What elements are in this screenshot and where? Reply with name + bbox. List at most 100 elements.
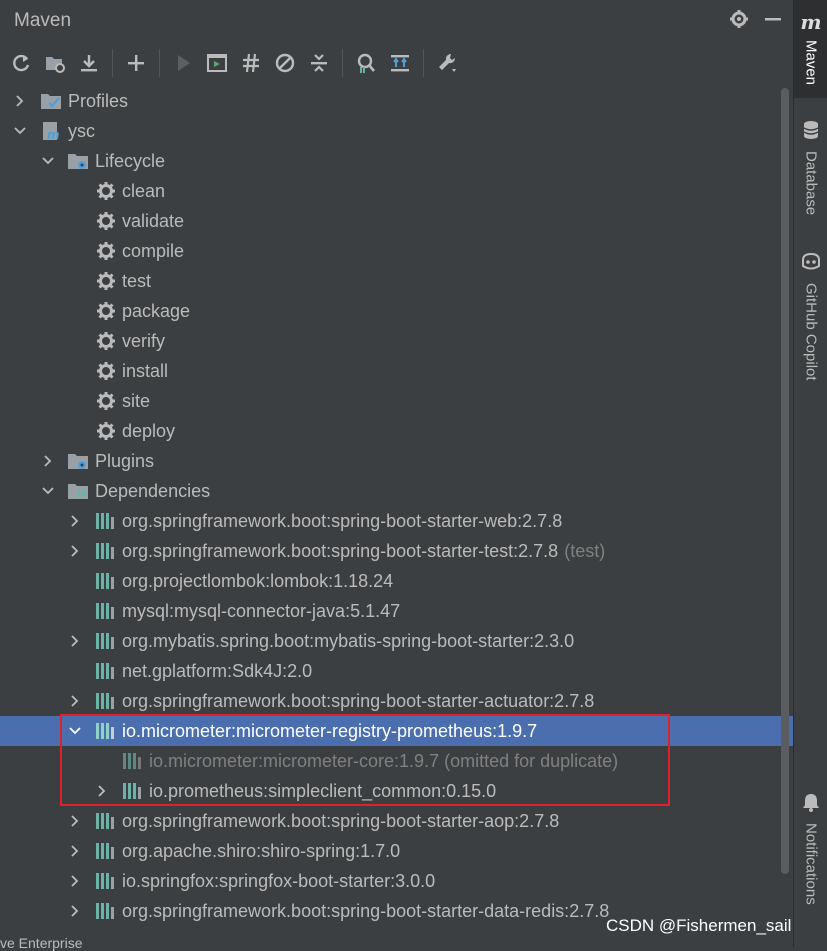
tree-row-dependency[interactable]: net.gplatform:Sdk4J:2.0 xyxy=(0,656,793,686)
tree-row-dependencies[interactable]: Dependencies xyxy=(0,476,793,506)
add-icon[interactable] xyxy=(121,47,151,79)
chevron-down-icon[interactable] xyxy=(41,484,55,498)
tree-label: org.apache.shiro:shiro-spring:1.7.0 xyxy=(122,840,401,861)
wrench-icon[interactable] xyxy=(432,47,462,79)
toolbar-separator xyxy=(112,49,113,77)
sidebar-tab-notifications[interactable]: Notifications xyxy=(794,792,827,905)
gear-icon xyxy=(95,420,117,442)
analyze-dependencies-icon[interactable] xyxy=(351,47,381,79)
tree-row-dependency[interactable]: io.springfox:springfox-boot-starter:3.0.… xyxy=(0,866,793,896)
sidebar-tab-maven[interactable]: m Maven xyxy=(794,0,827,98)
minimize-icon[interactable] xyxy=(763,9,783,34)
tree-label: mysql:mysql-connector-java:5.1.47 xyxy=(122,600,401,621)
copilot-icon xyxy=(800,252,822,277)
tree-label: Dependencies xyxy=(95,480,211,501)
gear-icon xyxy=(95,330,117,352)
tree-row-dependency-omitted[interactable]: io.micrometer:micrometer-core:1.9.7 (omi… xyxy=(0,746,793,776)
library-icon xyxy=(94,600,116,622)
chevron-right-icon[interactable] xyxy=(68,904,82,918)
tree-label: io.springfox:springfox-boot-starter:3.0.… xyxy=(122,870,436,891)
gear-icon[interactable] xyxy=(729,9,749,34)
tree-label: org.springframework.boot:spring-boot-sta… xyxy=(122,690,595,711)
tree-label: Profiles xyxy=(68,90,129,111)
dependency-scope: (test) xyxy=(564,540,606,561)
tree-row-phase[interactable]: site xyxy=(0,386,793,416)
chevron-right-icon[interactable] xyxy=(68,694,82,708)
chevron-down-icon[interactable] xyxy=(41,154,55,168)
tree-row-phase[interactable]: validate xyxy=(0,206,793,236)
tree-label: ysc xyxy=(68,120,95,141)
tree-row-dependency[interactable]: org.springframework.boot:spring-boot-sta… xyxy=(0,806,793,836)
library-icon xyxy=(94,900,116,922)
tree-row-lifecycle[interactable]: Lifecycle xyxy=(0,146,793,176)
toolbar-separator xyxy=(342,49,343,77)
tree-label: org.springframework.boot:spring-boot-sta… xyxy=(122,510,563,531)
collapse-all-icon[interactable] xyxy=(304,47,334,79)
skip-tests-icon[interactable] xyxy=(270,47,300,79)
reload-icon[interactable] xyxy=(6,47,36,79)
tree-row-phase[interactable]: test xyxy=(0,266,793,296)
toolbar-separator xyxy=(159,49,160,77)
tree-row-phase[interactable]: deploy xyxy=(0,416,793,446)
tree-row-phase[interactable]: install xyxy=(0,356,793,386)
sidebar-tab-database[interactable]: Database xyxy=(794,120,827,215)
tree-row-dependency[interactable]: org.springframework.boot:spring-boot-sta… xyxy=(0,536,793,566)
tree-label: site xyxy=(122,390,151,411)
tree-row-dependency[interactable]: org.apache.shiro:shiro-spring:1.7.0 xyxy=(0,836,793,866)
library-icon xyxy=(94,690,116,712)
tree-label: Lifecycle xyxy=(95,150,166,171)
tree-row-project[interactable]: m ysc xyxy=(0,116,793,146)
chevron-right-icon[interactable] xyxy=(68,514,82,528)
watermark: CSDN @Fishermen_sail xyxy=(606,916,792,935)
tree-label: org.projectlombok:lombok:1.18.24 xyxy=(122,570,394,591)
chevron-right-icon[interactable] xyxy=(68,544,82,558)
tree-row-profiles[interactable]: Profiles xyxy=(0,86,793,116)
sidebar-tab-github-copilot[interactable]: GitHub Copilot xyxy=(794,252,827,381)
tree-label: install xyxy=(122,360,169,381)
download-icon[interactable] xyxy=(74,47,104,79)
tree-row-plugins[interactable]: Plugins xyxy=(0,446,793,476)
tree-row-phase[interactable]: clean xyxy=(0,176,793,206)
tree-row-dependency[interactable]: org.springframework.boot:spring-boot-sta… xyxy=(0,686,793,716)
library-icon xyxy=(94,540,116,562)
toggle-offline-icon[interactable] xyxy=(236,47,266,79)
chevron-right-icon[interactable] xyxy=(68,844,82,858)
maven-logo-icon: m xyxy=(800,10,822,34)
tree-row-dependency[interactable]: org.projectlombok:lombok:1.18.24 xyxy=(0,566,793,596)
tree-label: test xyxy=(122,270,152,291)
tree-row-dependency[interactable]: org.mybatis.spring.boot:mybatis-spring-b… xyxy=(0,626,793,656)
run-icon[interactable] xyxy=(168,47,198,79)
sidebar-tab-label: GitHub Copilot xyxy=(802,283,820,381)
tree-row-phase[interactable]: package xyxy=(0,296,793,326)
chevron-down-icon[interactable] xyxy=(68,724,82,738)
chevron-down-icon[interactable] xyxy=(13,124,27,138)
tree-row-dependency[interactable]: org.springframework.boot:spring-boot-sta… xyxy=(0,506,793,536)
tree-row-phase[interactable]: verify xyxy=(0,326,793,356)
tree-row-dependency-selected[interactable]: io.micrometer:micrometer-registry-promet… xyxy=(0,716,793,746)
vertical-scrollbar[interactable] xyxy=(781,88,789,874)
sidebar-tab-label: Database xyxy=(802,151,820,216)
chevron-right-icon[interactable] xyxy=(41,454,55,468)
tool-window-title: Maven xyxy=(14,10,72,31)
database-icon xyxy=(802,120,820,145)
chevron-right-icon[interactable] xyxy=(68,814,82,828)
tree-row-phase[interactable]: compile xyxy=(0,236,793,266)
tree-row-dependency[interactable]: io.prometheus:simpleclient_common:0.15.0 xyxy=(0,776,793,806)
tree-label: Plugins xyxy=(95,450,155,471)
chevron-right-icon[interactable] xyxy=(95,784,109,798)
gear-icon xyxy=(95,300,117,322)
tool-window-header: Maven xyxy=(0,0,793,42)
chevron-right-icon[interactable] xyxy=(68,874,82,888)
tree-label: deploy xyxy=(122,420,176,441)
tree-label: org.springframework.boot:spring-boot-sta… xyxy=(122,540,606,561)
execute-goal-icon[interactable] xyxy=(202,47,232,79)
tree-label: net.gplatform:Sdk4J:2.0 xyxy=(122,660,313,681)
chevron-right-icon[interactable] xyxy=(13,94,27,108)
generate-sources-icon[interactable] xyxy=(40,47,70,79)
tree-row-dependency[interactable]: mysql:mysql-connector-java:5.1.47 xyxy=(0,596,793,626)
library-icon xyxy=(121,750,143,772)
chevron-right-icon[interactable] xyxy=(68,634,82,648)
gear-icon xyxy=(95,270,117,292)
show-diagram-icon[interactable] xyxy=(385,47,415,79)
tree-label: org.mybatis.spring.boot:mybatis-spring-b… xyxy=(122,630,575,651)
